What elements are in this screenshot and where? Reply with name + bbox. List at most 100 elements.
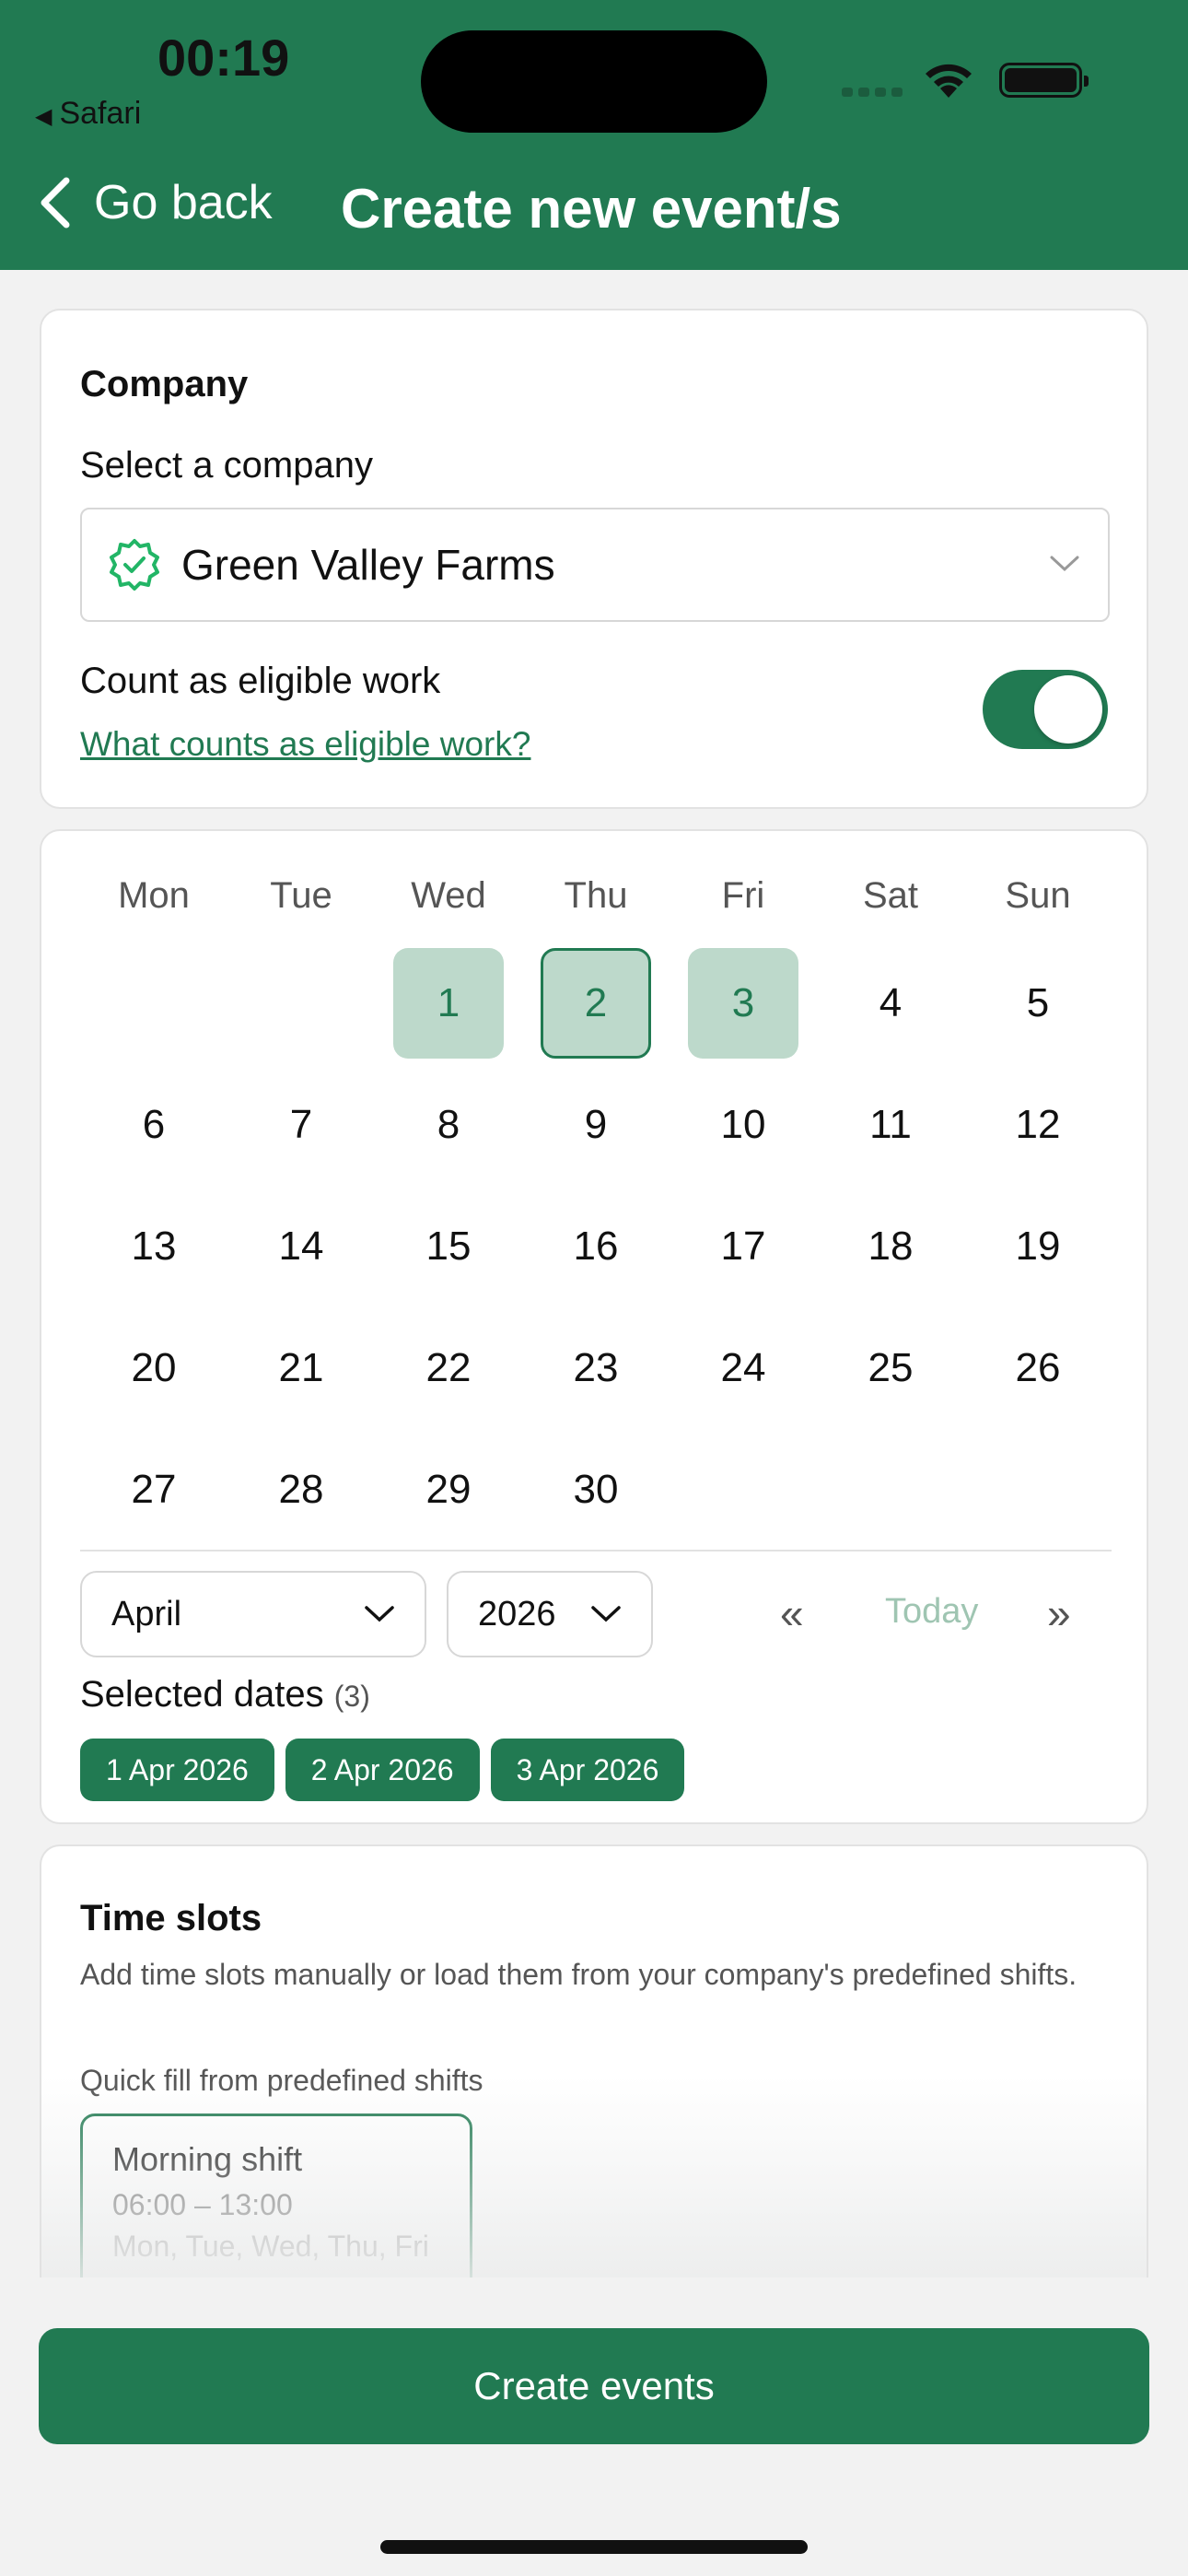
calendar-day-30[interactable]: 30 <box>522 1434 670 1556</box>
calendar-day-number: 11 <box>869 1102 912 1147</box>
calendar-day-25[interactable]: 25 <box>817 1313 964 1434</box>
selected-dates-title: Selected dates (3) <box>80 1674 370 1715</box>
company-select[interactable]: Green Valley Farms <box>80 508 1110 622</box>
chevron-left-icon <box>41 177 70 228</box>
month-dropdown[interactable]: April <box>80 1571 426 1657</box>
chevron-down-icon <box>1050 556 1079 572</box>
calendar-day-19[interactable]: 19 <box>964 1191 1112 1313</box>
weekday-label: Wed <box>411 875 486 916</box>
calendar-day-16[interactable]: 16 <box>522 1191 670 1313</box>
calendar-day-7[interactable]: 7 <box>227 1070 375 1191</box>
go-back-button[interactable]: Go back <box>35 175 273 230</box>
shift-name: Morning shift <box>112 2140 303 2178</box>
calendar-empty-cell <box>80 948 227 1070</box>
calendar-day-28[interactable]: 28 <box>227 1434 375 1556</box>
calendar-day-29[interactable]: 29 <box>375 1434 522 1556</box>
create-events-button[interactable]: Create events <box>39 2328 1149 2444</box>
company-section-title: Company <box>80 364 249 404</box>
calendar-day-2[interactable]: 2 <box>522 948 670 1070</box>
time-slots-title: Time slots <box>80 1898 262 1938</box>
eligible-work-link[interactable]: What counts as eligible work? <box>80 725 530 764</box>
back-app-label: Safari <box>59 96 142 131</box>
year-dropdown[interactable]: 2026 <box>447 1571 653 1657</box>
status-time: 00:19 <box>157 29 290 87</box>
calendar-day-number: 2 <box>541 948 651 1059</box>
year-value: 2026 <box>478 1594 556 1633</box>
calendar-day-12[interactable]: 12 <box>964 1070 1112 1191</box>
home-indicator <box>380 2540 808 2554</box>
calendar-day-number: 18 <box>868 1224 914 1269</box>
weekday-label: Sun <box>1005 875 1071 916</box>
calendar-day-27[interactable]: 27 <box>80 1434 227 1556</box>
calendar-day-6[interactable]: 6 <box>80 1070 227 1191</box>
calendar-day-20[interactable]: 20 <box>80 1313 227 1434</box>
calendar-day-number: 23 <box>573 1345 619 1390</box>
calendar-day-22[interactable]: 22 <box>375 1313 522 1434</box>
calendar-day-number: 3 <box>688 948 798 1059</box>
calendar-day-number: 1 <box>393 948 504 1059</box>
next-month-button[interactable]: » <box>1047 1588 1071 1638</box>
calendar-day-number: 5 <box>1026 980 1050 1025</box>
calendar-day-10[interactable]: 10 <box>670 1070 817 1191</box>
time-slots-card: Time slots Add time slots manually or lo… <box>40 1844 1148 2277</box>
calendar-day-8[interactable]: 8 <box>375 1070 522 1191</box>
calendar-day-number: 14 <box>278 1224 324 1269</box>
cellular-signal-icon <box>842 88 903 97</box>
calendar-day-21[interactable]: 21 <box>227 1313 375 1434</box>
calendar-grid: 1 2 3 4 5 6 7 8 9 10 11 12 13 14 15 16 17 18 19 20 21 22 23 24 2… <box>80 948 1112 1556</box>
calendar-day-1[interactable]: 1 <box>375 948 522 1070</box>
company-select-value: Green Valley Farms <box>181 541 555 589</box>
calendar-day-number: 19 <box>1015 1224 1061 1269</box>
back-triangle-icon: ◀ <box>35 104 52 129</box>
calendar-day-18[interactable]: 18 <box>817 1191 964 1313</box>
calendar-day-number: 24 <box>720 1345 766 1390</box>
calendar-day-number: 22 <box>425 1345 472 1390</box>
selected-date-chip[interactable]: 1 Apr 2026 <box>80 1739 274 1801</box>
eligible-work-toggle[interactable] <box>983 670 1108 749</box>
prev-month-button[interactable]: « <box>780 1588 804 1638</box>
toggle-knob <box>1034 675 1102 744</box>
calendar-empty-cell <box>227 948 375 1070</box>
page-title: Create new event/s <box>341 178 842 240</box>
calendar-day-number: 30 <box>573 1467 619 1512</box>
calendar-day-14[interactable]: 14 <box>227 1191 375 1313</box>
calendar-day-number: 28 <box>278 1467 324 1512</box>
calendar-day-11[interactable]: 11 <box>817 1070 964 1191</box>
calendar-day-15[interactable]: 15 <box>375 1191 522 1313</box>
weekday-label: Fri <box>721 875 765 916</box>
selected-dates-label: Selected dates <box>80 1674 324 1715</box>
company-card: Company Select a company Green Valley Fa… <box>40 309 1148 809</box>
chevron-down-icon <box>591 1606 621 1622</box>
shift-card-morning[interactable]: Morning shift 06:00 – 13:00 Mon, Tue, We… <box>80 2113 472 2277</box>
calendar-day-9[interactable]: 9 <box>522 1070 670 1191</box>
calendar-day-23[interactable]: 23 <box>522 1313 670 1434</box>
calendar-day-number: 12 <box>1015 1102 1061 1147</box>
weekday-header: Mon Tue Wed Thu Fri Sat Sun <box>80 875 1112 917</box>
calendar-day-number: 20 <box>131 1345 177 1390</box>
shift-days: Mon, Tue, Wed, Thu, Fri <box>112 2230 429 2263</box>
calendar-day-24[interactable]: 24 <box>670 1313 817 1434</box>
calendar-day-26[interactable]: 26 <box>964 1313 1112 1434</box>
dynamic-island <box>421 30 767 133</box>
calendar-day-3[interactable]: 3 <box>670 948 817 1070</box>
go-back-label: Go back <box>94 176 273 229</box>
calendar-day-number: 17 <box>720 1224 766 1269</box>
calendar-day-number: 25 <box>868 1345 914 1390</box>
calendar-day-number: 7 <box>289 1102 313 1147</box>
calendar-day-4[interactable]: 4 <box>817 948 964 1070</box>
calendar-day-number: 8 <box>437 1102 460 1147</box>
calendar-day-17[interactable]: 17 <box>670 1191 817 1313</box>
calendar-day-number: 13 <box>131 1224 177 1269</box>
back-to-safari[interactable]: ◀ Safari <box>35 96 141 132</box>
selected-date-chip[interactable]: 3 Apr 2026 <box>490 1739 685 1801</box>
calendar-day-5[interactable]: 5 <box>964 948 1112 1070</box>
calendar-day-13[interactable]: 13 <box>80 1191 227 1313</box>
calendar-divider <box>80 1550 1112 1551</box>
calendar-day-number: 4 <box>879 980 903 1025</box>
selected-dates-count: (3) <box>333 1680 370 1713</box>
today-button[interactable]: Today <box>885 1592 978 1632</box>
weekday-label: Thu <box>564 875 628 916</box>
wifi-icon <box>926 64 972 98</box>
selected-date-chip[interactable]: 2 Apr 2026 <box>285 1739 480 1801</box>
calendar-day-number: 27 <box>131 1467 177 1512</box>
